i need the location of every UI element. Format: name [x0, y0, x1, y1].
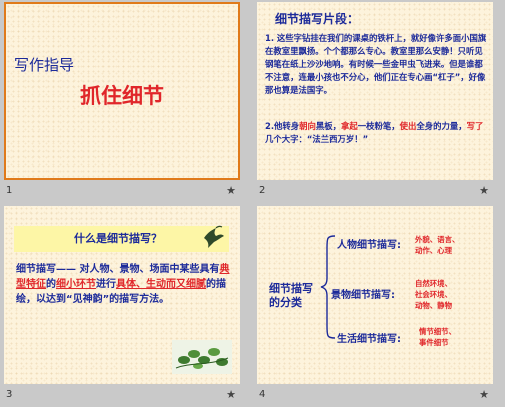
paragraph-1: 1. 这些字钻挂在我们的课桌的铁杆上，就好像许多面小国旗在教室里飘扬。个个都那么… — [265, 33, 487, 95]
star-icon: ★ — [226, 388, 236, 401]
paragraph-2: 2.他转身朝向黑板，拿起一枝粉笔，使出全身的力量，写了几个大字：“法兰西万岁！” — [265, 120, 489, 146]
slide-title: 细节描写片段： — [275, 12, 360, 26]
category-life: 生活细节描写: — [337, 334, 401, 345]
slide-thumbnail-4[interactable]: 细节描写的分类 人物细节描写: 外貌、语言、 动作、心理 景物细节描写: 自然环… — [257, 206, 493, 384]
star-icon: ★ — [479, 184, 489, 197]
star-icon: ★ — [226, 184, 236, 197]
slide-cell-2[interactable]: 细节描写片段： 1. 这些字钻挂在我们的课桌的铁杆上，就好像许多面小国旗在教室里… — [253, 0, 505, 203]
slide-title-line2: 抓住细节 — [80, 84, 164, 108]
text-span: 一枝粉笔， — [357, 121, 400, 131]
text-span: 几个大字：“法兰西万岁！” — [265, 134, 369, 144]
star-icon: ★ — [479, 388, 489, 401]
category-life-items: 情节细节、 事件细节 — [419, 326, 456, 348]
definition-term: 细节描写 — [16, 264, 56, 275]
item-text: 情节细节、 — [419, 327, 456, 336]
highlight-word: 写了 — [466, 121, 484, 131]
item-text: 外貌、语言、 — [415, 235, 460, 244]
item-text: 动作、心理 — [415, 246, 452, 255]
slide-title-line1: 写作指导 — [14, 56, 75, 74]
slide-cell-4[interactable]: 细节描写的分类 人物细节描写: 外貌、语言、 动作、心理 景物细节描写: 自然环… — [253, 204, 505, 407]
text-span: 进行 — [96, 279, 116, 290]
slide-cell-3[interactable]: 什么是细节描写？ 细节描写—— 对人物、景物、场面中某些具有典型特征的细小环节进… — [0, 204, 252, 407]
item-text: 事件细节 — [419, 338, 449, 347]
highlight-phrase: 细小环节 — [56, 279, 96, 290]
slide-cell-1[interactable]: 写作指导 抓住细节 1 ★ — [0, 0, 252, 203]
text-span: 2.他转身 — [265, 121, 300, 131]
category-scenery-items: 自然环境、 社会环境、 动物、静物 — [415, 278, 452, 311]
slide-thumbnail-3[interactable]: 什么是细节描写？ 细节描写—— 对人物、景物、场面中某些具有典型特征的细小环节进… — [4, 206, 240, 384]
category-people-items: 外貌、语言、 动作、心理 — [415, 234, 459, 256]
highlight-phrase: 具体、生动而又细腻 — [116, 279, 206, 290]
highlight-word: 拿起 — [341, 121, 358, 131]
plant-icon — [172, 340, 232, 374]
slide-thumbnail-1[interactable]: 写作指导 抓住细节 — [4, 2, 240, 180]
slide-number: 1 — [6, 185, 13, 196]
item-text: 社会环境、 — [415, 290, 452, 299]
slide-number: 2 — [259, 185, 266, 196]
text-span: 黑板， — [315, 121, 342, 131]
definition-text: 细节描写—— 对人物、景物、场面中某些具有典型特征的细小环节进行具体、生动而又细… — [16, 262, 234, 307]
category-scenery: 景物细节描写: — [331, 290, 395, 301]
classification-title: 细节描写的分类 — [269, 282, 313, 309]
bird-icon — [204, 225, 224, 248]
category-people: 人物细节描写: — [337, 240, 401, 251]
item-text: 动物、静物 — [415, 301, 452, 310]
slide-number: 3 — [6, 389, 13, 400]
question-banner: 什么是细节描写？ — [14, 226, 229, 252]
highlight-word: 使出 — [399, 121, 417, 131]
text-span: 的 — [46, 279, 56, 290]
slide-thumbnail-2[interactable]: 细节描写片段： 1. 这些字钻挂在我们的课桌的铁杆上，就好像许多面小国旗在教室里… — [257, 2, 493, 180]
text-span: 全身的力量， — [416, 121, 467, 131]
slide-number: 4 — [259, 389, 266, 400]
highlight-word: 朝向 — [299, 121, 316, 131]
text-span: —— 对人物、景物、场面中某些具有 — [56, 264, 220, 275]
item-text: 自然环境、 — [415, 279, 452, 288]
